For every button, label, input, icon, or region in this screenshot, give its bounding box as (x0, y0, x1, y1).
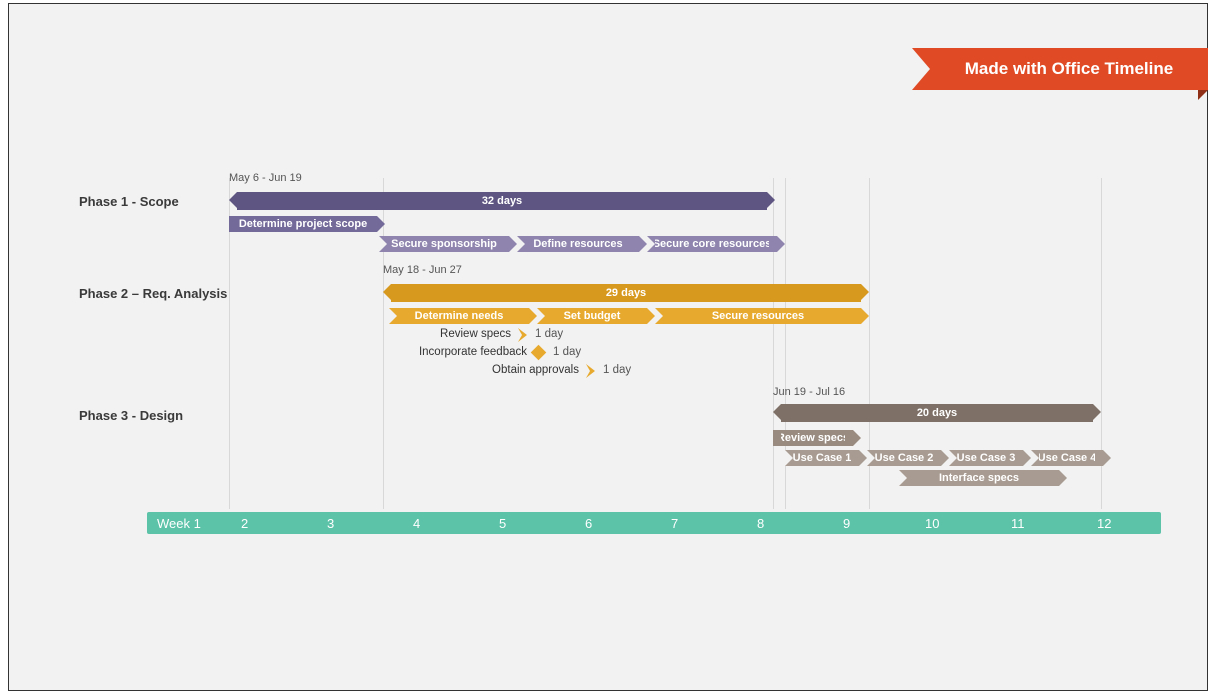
xaxis-tick: 10 (919, 512, 939, 534)
task-set-budget: Set budget (537, 308, 647, 324)
phase1-summary-text: 32 days (245, 192, 759, 210)
xaxis-tick: 9 (837, 512, 850, 534)
task-review-specs: Review specs (773, 430, 853, 446)
dur-review-specs: 1 day (535, 328, 563, 340)
milestone-obtain-approvals (586, 364, 595, 378)
xaxis-week1: Week 1 (151, 512, 201, 534)
phase1-daterange: May 6 - Jun 19 (229, 172, 302, 184)
phase3-summary-bar: 20 days (781, 404, 1093, 422)
ribbon-banner: Made with Office Timeline (930, 48, 1208, 90)
phase3-label: Phase 3 - Design (79, 408, 239, 423)
phase1-label: Phase 1 - Scope (79, 194, 239, 209)
xaxis-tick: 8 (751, 512, 764, 534)
phase2-summary-text: 29 days (399, 284, 853, 302)
task-use-case-3: Use Case 3 (949, 450, 1023, 466)
xaxis-tick: 5 (493, 512, 506, 534)
xaxis-tick: 11 (1005, 512, 1025, 534)
task-interface-specs: Interface specs (899, 470, 1059, 486)
task-secure-sponsorship: Secure sponsorship (379, 236, 509, 252)
xaxis-tick: 2 (235, 512, 248, 534)
task-determine-needs: Determine needs (389, 308, 529, 324)
dur-incorporate-feedback: 1 day (553, 346, 581, 358)
phase3-daterange: Jun 19 - Jul 16 (773, 386, 845, 398)
task-define-resources: Define resources (517, 236, 639, 252)
xaxis-tick: 6 (579, 512, 592, 534)
gridline (773, 178, 774, 509)
xaxis-tick: 4 (407, 512, 420, 534)
task-use-case-1: Use Case 1 (785, 450, 859, 466)
task-secure-resources: Secure resources (655, 308, 861, 324)
phase1-summary-bar: 32 days (237, 192, 767, 210)
slide-canvas: Made with Office Timeline Phase 1 - Scop… (8, 3, 1208, 691)
phase2-summary-bar: 29 days (391, 284, 861, 302)
xaxis-tick: 3 (321, 512, 334, 534)
label-review-specs: Review specs (379, 328, 511, 340)
milestone-review-specs (518, 328, 527, 342)
dur-obtain-approvals: 1 day (603, 364, 631, 376)
xaxis-tick: 7 (665, 512, 678, 534)
label-incorporate-feedback: Incorporate feedback (379, 346, 527, 358)
xaxis-tick: 12 (1091, 512, 1111, 534)
gantt-chart: Phase 1 - Scope May 6 - Jun 19 32 days D… (79, 164, 1169, 544)
milestone-incorporate-feedback (531, 345, 547, 361)
phase2-daterange: May 18 - Jun 27 (383, 264, 462, 276)
phase3-summary-text: 20 days (789, 404, 1085, 422)
task-determine-project-scope: Determine project scope (229, 216, 377, 232)
task-use-case-4: Use Case 4 (1031, 450, 1103, 466)
label-obtain-approvals: Obtain approvals (419, 364, 579, 376)
x-axis: Week 1 2 3 4 5 6 7 8 9 10 11 12 (147, 512, 1161, 534)
ribbon-label: Made with Office Timeline (965, 59, 1173, 79)
task-use-case-2: Use Case 2 (867, 450, 941, 466)
phase2-label: Phase 2 – Req. Analysis (79, 286, 239, 301)
task-secure-core-resources: Secure core resources (647, 236, 777, 252)
